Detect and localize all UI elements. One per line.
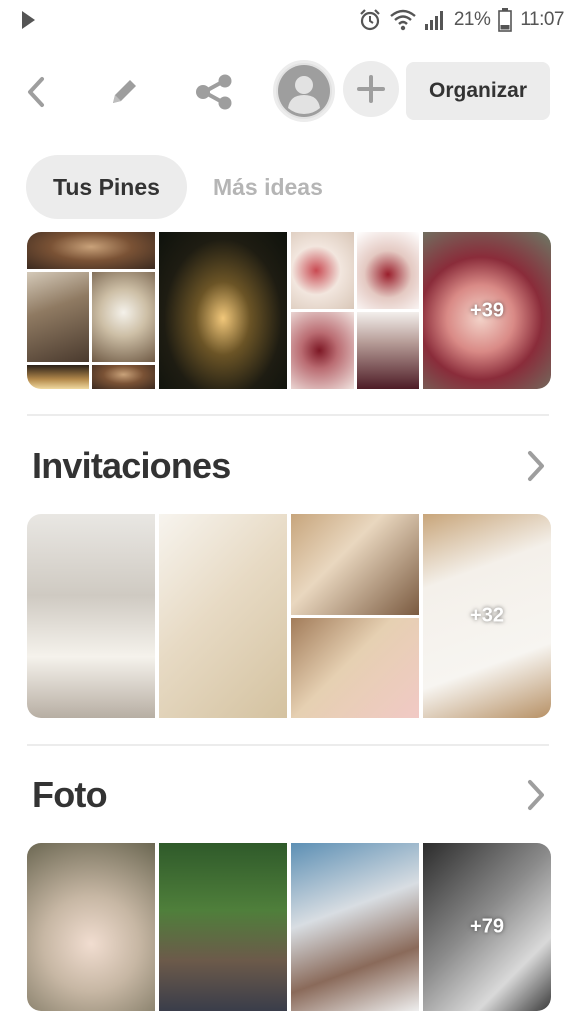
share-icon — [196, 74, 232, 110]
section-cover-image[interactable]: +39 — [423, 232, 551, 389]
section-cover-image[interactable] — [27, 514, 155, 718]
divider — [27, 414, 549, 416]
plus-icon — [357, 75, 385, 103]
tab-tus-pines[interactable]: Tus Pines — [26, 155, 187, 219]
section-cover-image[interactable] — [159, 843, 287, 1011]
section-title: Invitaciones — [32, 445, 231, 486]
alarm-icon — [360, 9, 380, 31]
section-cover-image[interactable]: +79 — [423, 843, 551, 1011]
tab-mas-ideas[interactable]: Más ideas — [187, 155, 350, 219]
section-preview-row[interactable]: +79 — [27, 843, 551, 1011]
section-cover-image[interactable] — [27, 843, 155, 1011]
more-pins-count: +39 — [470, 299, 504, 321]
section-cover-image[interactable] — [159, 514, 287, 718]
pin-thumbnail — [27, 272, 89, 362]
divider — [27, 744, 549, 746]
add-collaborator-button[interactable] — [343, 61, 399, 117]
section-header-foto[interactable]: Foto — [32, 770, 550, 820]
pin-thumbnail — [291, 232, 354, 309]
section-cover-image[interactable]: +32 — [423, 514, 551, 718]
pin-thumbnail — [291, 312, 354, 389]
organize-button[interactable]: Organizar — [406, 62, 550, 120]
pin-thumbnail — [356, 232, 419, 309]
section-cover-image[interactable] — [159, 232, 287, 389]
battery-icon — [498, 8, 513, 32]
more-pins-count: +32 — [470, 604, 504, 627]
pin-thumbnail — [92, 272, 155, 362]
back-button[interactable] — [12, 68, 60, 116]
pin-thumbnail — [356, 312, 419, 389]
chevron-right-icon — [522, 446, 550, 486]
section-cover-image[interactable] — [291, 843, 419, 1011]
chevron-right-icon — [522, 775, 550, 815]
board-tabs: Tus Pines Más ideas — [26, 155, 350, 219]
play-icon — [22, 11, 35, 29]
signal-icon — [424, 11, 443, 30]
pin-thumbnail — [159, 232, 287, 389]
section-cover-mosaic — [27, 272, 155, 389]
battery-percent: 21% — [453, 9, 491, 30]
section-preview-row[interactable]: +32 — [27, 514, 551, 718]
share-button[interactable] — [190, 68, 238, 116]
pin-thumbnail — [92, 365, 155, 389]
user-icon — [278, 65, 330, 117]
edit-button[interactable] — [100, 68, 148, 116]
status-icons: 21% 11:07 — [358, 6, 564, 34]
back-icon — [28, 77, 44, 107]
section-cover-image[interactable] — [291, 232, 419, 389]
more-pins-count: +79 — [470, 915, 504, 938]
section-title: Foto — [32, 774, 108, 815]
wifi-icon — [390, 9, 416, 31]
avatar[interactable] — [273, 60, 335, 122]
section-cover-image[interactable] — [291, 514, 419, 718]
section-header-invitaciones[interactable]: Invitaciones — [32, 441, 550, 491]
board-toolbar: Organizar — [0, 56, 576, 128]
pencil-icon — [113, 80, 136, 103]
status-bar: 21% 11:07 — [0, 0, 576, 40]
pin-thumbnail — [291, 617, 419, 718]
pin-thumbnail — [27, 365, 89, 389]
clock: 11:07 — [520, 9, 564, 30]
pin-thumbnail — [291, 514, 419, 615]
pin-thumbnail — [27, 232, 155, 269]
